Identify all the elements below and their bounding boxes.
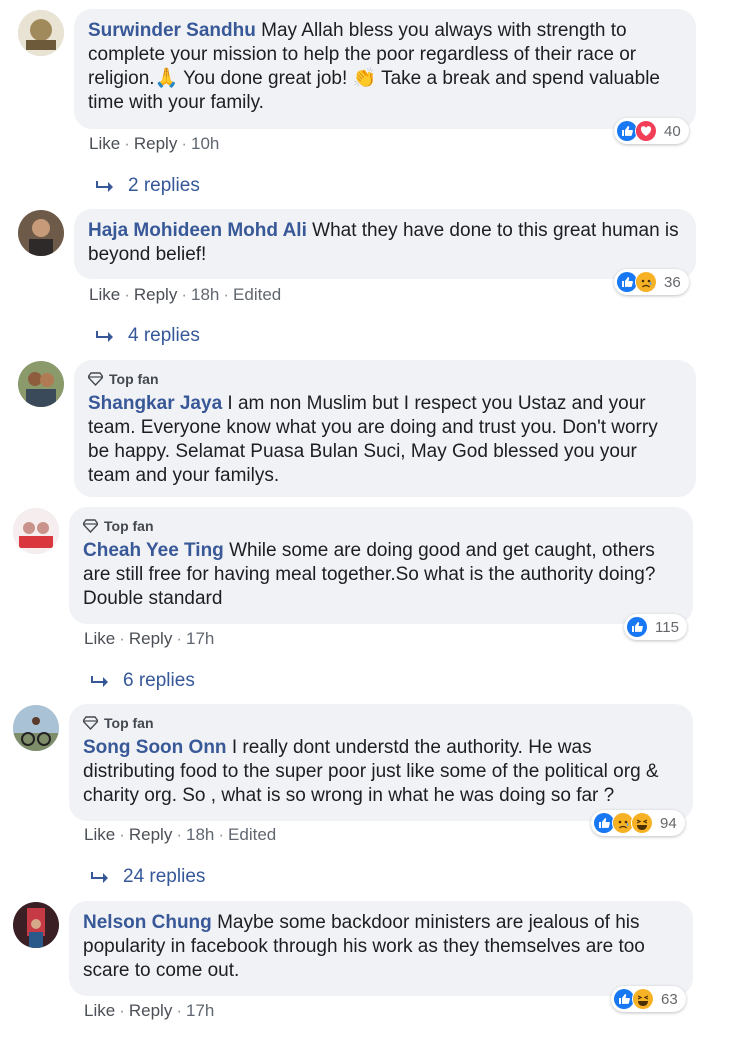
like-button[interactable]: Like [89, 134, 120, 153]
reaction-summary[interactable]: 36 [614, 269, 689, 295]
top-fan-badge: Top fan [88, 370, 682, 388]
reply-button[interactable]: Reply [129, 825, 172, 844]
comment-bubble: Nelson Chung Maybe some backdoor ministe… [69, 901, 693, 996]
comment-bubble: Top fan Shangkar Jaya I am non Muslim bu… [74, 360, 696, 497]
like-button[interactable]: Like [84, 1001, 115, 1020]
avatar-image [13, 902, 59, 948]
sad-icon [635, 271, 657, 293]
comment-actions: Like · Reply · 10h [89, 134, 220, 153]
reply-button[interactable]: Reply [134, 134, 177, 153]
avatar-image [18, 361, 64, 407]
reaction-count: 115 [655, 618, 679, 636]
diamond-icon [83, 519, 98, 533]
comment-actions: Like · Reply · 18h · Edited [84, 825, 277, 844]
comment-actions: Like · Reply · 17h [84, 1001, 215, 1020]
avatar[interactable] [18, 361, 64, 407]
top-fan-badge: Top fan [83, 714, 679, 732]
reaction-count: 63 [661, 990, 678, 1008]
reaction-summary[interactable]: 40 [614, 118, 689, 144]
comment-bubble: Haja Mohideen Mohd Ali What they have do… [74, 209, 696, 279]
diamond-icon [83, 716, 98, 730]
comment-time[interactable]: 18h [191, 285, 219, 304]
reaction-summary[interactable]: 63 [611, 986, 686, 1012]
avatar[interactable] [18, 10, 64, 56]
comment-author[interactable]: Haja Mohideen Mohd Ali [88, 220, 307, 241]
reply-button[interactable]: Reply [129, 629, 172, 648]
comment-actions: Like · Reply · 17h [84, 629, 215, 648]
comment-author[interactable]: Song Soon Onn [83, 737, 227, 758]
comment-time[interactable]: 17h [186, 1001, 214, 1020]
avatar-image [13, 508, 59, 554]
replies-count: 4 replies [128, 325, 200, 346]
comment-bubble: Top fan Cheah Yee Ting While some are do… [69, 507, 693, 624]
like-icon [626, 616, 648, 638]
comment-author[interactable]: Cheah Yee Ting [83, 540, 224, 561]
love-icon [635, 120, 657, 142]
reply-arrow-icon [91, 872, 108, 883]
comment-time[interactable]: 10h [191, 134, 219, 153]
avatar[interactable] [18, 210, 64, 256]
haha-icon [631, 812, 653, 834]
reaction-summary[interactable]: 115 [624, 614, 687, 640]
reply-arrow-icon [96, 181, 113, 192]
reaction-count: 36 [664, 273, 681, 291]
view-replies-link[interactable]: 6 replies [91, 669, 195, 693]
top-fan-label: Top fan [104, 518, 154, 534]
top-fan-label: Top fan [104, 715, 154, 731]
view-replies-link[interactable]: 24 replies [91, 865, 205, 889]
reply-arrow-icon [96, 331, 113, 342]
like-button[interactable]: Like [84, 825, 115, 844]
reaction-summary[interactable]: 94 [591, 810, 685, 836]
replies-count: 6 replies [123, 670, 195, 691]
comment-time[interactable]: 17h [186, 629, 214, 648]
haha-icon [632, 988, 654, 1010]
avatar-image [13, 705, 59, 751]
comment-author[interactable]: Nelson Chung [83, 912, 212, 933]
reply-button[interactable]: Reply [129, 1001, 172, 1020]
comment-bubble: Surwinder Sandhu May Allah bless you alw… [74, 9, 696, 129]
comment-bubble: Top fan Song Soon Onn I really dont unde… [69, 704, 693, 821]
view-replies-link[interactable]: 4 replies [96, 324, 200, 348]
comment-time[interactable]: 18h [186, 825, 214, 844]
avatar-image [18, 10, 64, 56]
avatar-image [18, 210, 64, 256]
avatar[interactable] [13, 508, 59, 554]
reaction-count: 94 [660, 814, 677, 832]
comment-author[interactable]: Surwinder Sandhu [88, 20, 256, 41]
avatar[interactable] [13, 705, 59, 751]
replies-count: 2 replies [128, 175, 200, 196]
like-button[interactable]: Like [89, 285, 120, 304]
avatar[interactable] [13, 902, 59, 948]
edited-label[interactable]: Edited [233, 285, 281, 304]
comment-author[interactable]: Shangkar Jaya [88, 393, 222, 414]
replies-count: 24 replies [123, 866, 206, 887]
reaction-count: 40 [664, 122, 681, 140]
like-button[interactable]: Like [84, 629, 115, 648]
comment-actions: Like · Reply · 18h · Edited [89, 285, 282, 304]
reply-button[interactable]: Reply [134, 285, 177, 304]
diamond-icon [88, 372, 103, 386]
top-fan-label: Top fan [109, 371, 159, 387]
reply-arrow-icon [91, 676, 108, 687]
view-replies-link[interactable]: 2 replies [96, 174, 200, 198]
top-fan-badge: Top fan [83, 517, 679, 535]
edited-label[interactable]: Edited [228, 825, 276, 844]
